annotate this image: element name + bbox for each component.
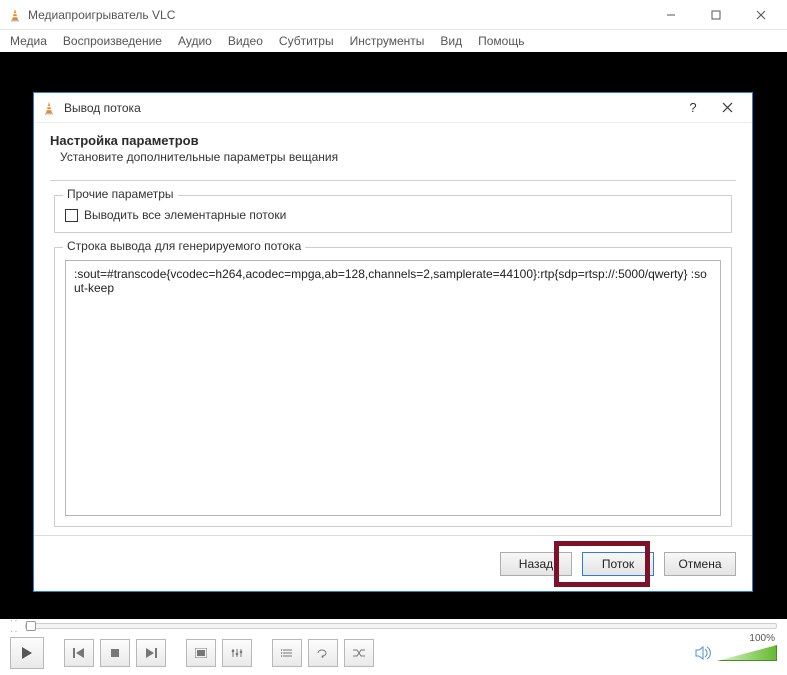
group-output-legend: Строка вывода для генерируемого потока: [63, 239, 305, 253]
seek-bar[interactable]: ····: [10, 621, 777, 631]
group-other-legend: Прочие параметры: [63, 187, 178, 201]
back-button[interactable]: Назад: [500, 552, 572, 576]
loop-button[interactable]: [308, 639, 338, 667]
menu-playback[interactable]: Воспроизведение: [63, 34, 162, 48]
vlc-cone-icon: [8, 8, 22, 22]
prev-button[interactable]: [64, 639, 94, 667]
next-button[interactable]: [136, 639, 166, 667]
play-button[interactable]: [10, 637, 44, 669]
playlist-button[interactable]: [272, 639, 302, 667]
ext-settings-button[interactable]: [222, 639, 252, 667]
dialog-help-button[interactable]: ?: [676, 94, 710, 122]
dialog-titlebar: Вывод потока ?: [34, 93, 752, 123]
dialog-heading: Настройка параметров: [50, 133, 736, 148]
menu-video[interactable]: Видео: [228, 34, 263, 48]
seek-dots-icon: ····: [10, 615, 19, 637]
dialog-title: Вывод потока: [64, 101, 676, 115]
menu-tools[interactable]: Инструменты: [350, 34, 425, 48]
player-controls: 100%: [0, 631, 787, 671]
group-other-params: Прочие параметры Выводить все элементарн…: [54, 195, 732, 233]
menu-media[interactable]: Медиа: [10, 34, 47, 48]
window-close-button[interactable]: [738, 1, 783, 29]
menu-view[interactable]: Вид: [440, 34, 462, 48]
window-maximize-button[interactable]: [693, 1, 738, 29]
dialog-subheading: Установите дополнительные параметры веща…: [60, 150, 736, 164]
group-output-string: Строка вывода для генерируемого потока: [54, 247, 732, 527]
dialog-close-button[interactable]: [710, 94, 744, 122]
menu-audio[interactable]: Аудио: [178, 34, 212, 48]
dialog-footer: Назад Поток Отмена: [34, 535, 752, 591]
volume-slider[interactable]: 100%: [717, 643, 777, 663]
stream-button[interactable]: Поток: [582, 552, 654, 576]
window-title: Медиапроигрыватель VLC: [28, 8, 648, 22]
stop-button[interactable]: [100, 639, 130, 667]
menu-subtitles[interactable]: Субтитры: [279, 34, 334, 48]
speaker-icon: [695, 646, 713, 660]
main-titlebar: Медиапроигрыватель VLC: [0, 0, 787, 30]
checkbox-all-elementary-streams[interactable]: Выводить все элементарные потоки: [65, 208, 721, 222]
volume-control[interactable]: 100%: [695, 643, 777, 663]
bottom-panel: ···· 100%: [0, 619, 787, 675]
fullscreen-button[interactable]: [186, 639, 216, 667]
cancel-button[interactable]: Отмена: [664, 552, 736, 576]
vlc-cone-icon: [42, 101, 56, 115]
checkbox-label: Выводить все элементарные потоки: [84, 208, 286, 222]
checkbox-box-icon: [65, 209, 78, 222]
main-menubar: Медиа Воспроизведение Аудио Видео Субтит…: [0, 30, 787, 52]
output-string-textarea[interactable]: [65, 260, 721, 516]
shuffle-button[interactable]: [344, 639, 374, 667]
volume-percent: 100%: [749, 633, 775, 644]
stream-output-dialog: Вывод потока ? Настройка параметров Уста…: [33, 92, 753, 592]
menu-help[interactable]: Помощь: [478, 34, 524, 48]
divider: [50, 180, 736, 181]
window-minimize-button[interactable]: [648, 1, 693, 29]
